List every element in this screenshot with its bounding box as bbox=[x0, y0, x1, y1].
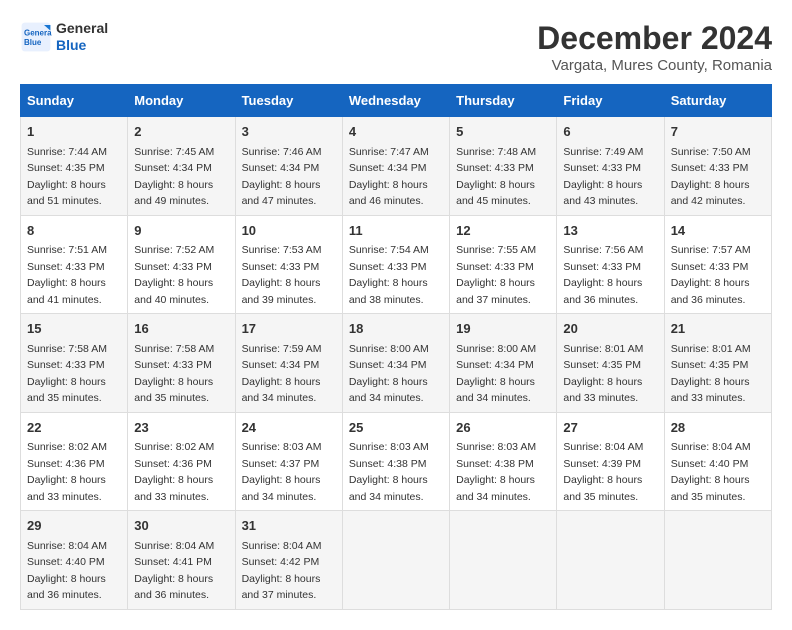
calendar-table: Sunday Monday Tuesday Wednesday Thursday… bbox=[20, 84, 772, 610]
table-row: 31Sunrise: 8:04 AMSunset: 4:42 PMDayligh… bbox=[235, 511, 342, 610]
calendar-week-row: 22Sunrise: 8:02 AMSunset: 4:36 PMDayligh… bbox=[21, 412, 772, 511]
table-row: 27Sunrise: 8:04 AMSunset: 4:39 PMDayligh… bbox=[557, 412, 664, 511]
logo-text: GeneralBlue bbox=[56, 20, 108, 54]
table-row: 30Sunrise: 8:04 AMSunset: 4:41 PMDayligh… bbox=[128, 511, 235, 610]
calendar-subtitle: Vargata, Mures County, Romania bbox=[537, 57, 772, 74]
table-row bbox=[450, 511, 557, 610]
calendar-week-row: 8Sunrise: 7:51 AMSunset: 4:33 PMDaylight… bbox=[21, 215, 772, 314]
title-block: December 2024 Vargata, Mures County, Rom… bbox=[537, 20, 772, 74]
logo: General Blue GeneralBlue bbox=[20, 20, 108, 54]
table-row: 3Sunrise: 7:46 AMSunset: 4:34 PMDaylight… bbox=[235, 117, 342, 216]
calendar-week-row: 29Sunrise: 8:04 AMSunset: 4:40 PMDayligh… bbox=[21, 511, 772, 610]
table-row: 5Sunrise: 7:48 AMSunset: 4:33 PMDaylight… bbox=[450, 117, 557, 216]
table-row: 2Sunrise: 7:45 AMSunset: 4:34 PMDaylight… bbox=[128, 117, 235, 216]
table-row: 6Sunrise: 7:49 AMSunset: 4:33 PMDaylight… bbox=[557, 117, 664, 216]
page-header: General Blue GeneralBlue December 2024 V… bbox=[20, 20, 772, 74]
table-row: 20Sunrise: 8:01 AMSunset: 4:35 PMDayligh… bbox=[557, 314, 664, 413]
table-row: 1Sunrise: 7:44 AMSunset: 4:35 PMDaylight… bbox=[21, 117, 128, 216]
calendar-week-row: 1Sunrise: 7:44 AMSunset: 4:35 PMDaylight… bbox=[21, 117, 772, 216]
table-row: 18Sunrise: 8:00 AMSunset: 4:34 PMDayligh… bbox=[342, 314, 449, 413]
calendar-week-row: 15Sunrise: 7:58 AMSunset: 4:33 PMDayligh… bbox=[21, 314, 772, 413]
table-row: 22Sunrise: 8:02 AMSunset: 4:36 PMDayligh… bbox=[21, 412, 128, 511]
table-row: 26Sunrise: 8:03 AMSunset: 4:38 PMDayligh… bbox=[450, 412, 557, 511]
table-row bbox=[557, 511, 664, 610]
table-row: 4Sunrise: 7:47 AMSunset: 4:34 PMDaylight… bbox=[342, 117, 449, 216]
table-row: 16Sunrise: 7:58 AMSunset: 4:33 PMDayligh… bbox=[128, 314, 235, 413]
col-monday: Monday bbox=[128, 85, 235, 117]
table-row: 14Sunrise: 7:57 AMSunset: 4:33 PMDayligh… bbox=[664, 215, 771, 314]
table-row: 11Sunrise: 7:54 AMSunset: 4:33 PMDayligh… bbox=[342, 215, 449, 314]
table-row: 9Sunrise: 7:52 AMSunset: 4:33 PMDaylight… bbox=[128, 215, 235, 314]
table-row: 13Sunrise: 7:56 AMSunset: 4:33 PMDayligh… bbox=[557, 215, 664, 314]
table-row: 15Sunrise: 7:58 AMSunset: 4:33 PMDayligh… bbox=[21, 314, 128, 413]
table-row: 25Sunrise: 8:03 AMSunset: 4:38 PMDayligh… bbox=[342, 412, 449, 511]
col-sunday: Sunday bbox=[21, 85, 128, 117]
calendar-title: December 2024 bbox=[537, 20, 772, 57]
logo-icon: General Blue bbox=[20, 21, 52, 53]
table-row: 10Sunrise: 7:53 AMSunset: 4:33 PMDayligh… bbox=[235, 215, 342, 314]
table-row: 23Sunrise: 8:02 AMSunset: 4:36 PMDayligh… bbox=[128, 412, 235, 511]
table-row: 8Sunrise: 7:51 AMSunset: 4:33 PMDaylight… bbox=[21, 215, 128, 314]
table-row: 24Sunrise: 8:03 AMSunset: 4:37 PMDayligh… bbox=[235, 412, 342, 511]
col-friday: Friday bbox=[557, 85, 664, 117]
table-row: 12Sunrise: 7:55 AMSunset: 4:33 PMDayligh… bbox=[450, 215, 557, 314]
svg-text:Blue: Blue bbox=[24, 38, 42, 47]
calendar-header-row: Sunday Monday Tuesday Wednesday Thursday… bbox=[21, 85, 772, 117]
table-row: 7Sunrise: 7:50 AMSunset: 4:33 PMDaylight… bbox=[664, 117, 771, 216]
table-row bbox=[664, 511, 771, 610]
table-row: 29Sunrise: 8:04 AMSunset: 4:40 PMDayligh… bbox=[21, 511, 128, 610]
table-row: 19Sunrise: 8:00 AMSunset: 4:34 PMDayligh… bbox=[450, 314, 557, 413]
svg-text:General: General bbox=[24, 28, 52, 37]
table-row bbox=[342, 511, 449, 610]
col-thursday: Thursday bbox=[450, 85, 557, 117]
col-tuesday: Tuesday bbox=[235, 85, 342, 117]
table-row: 28Sunrise: 8:04 AMSunset: 4:40 PMDayligh… bbox=[664, 412, 771, 511]
col-saturday: Saturday bbox=[664, 85, 771, 117]
col-wednesday: Wednesday bbox=[342, 85, 449, 117]
table-row: 17Sunrise: 7:59 AMSunset: 4:34 PMDayligh… bbox=[235, 314, 342, 413]
table-row: 21Sunrise: 8:01 AMSunset: 4:35 PMDayligh… bbox=[664, 314, 771, 413]
